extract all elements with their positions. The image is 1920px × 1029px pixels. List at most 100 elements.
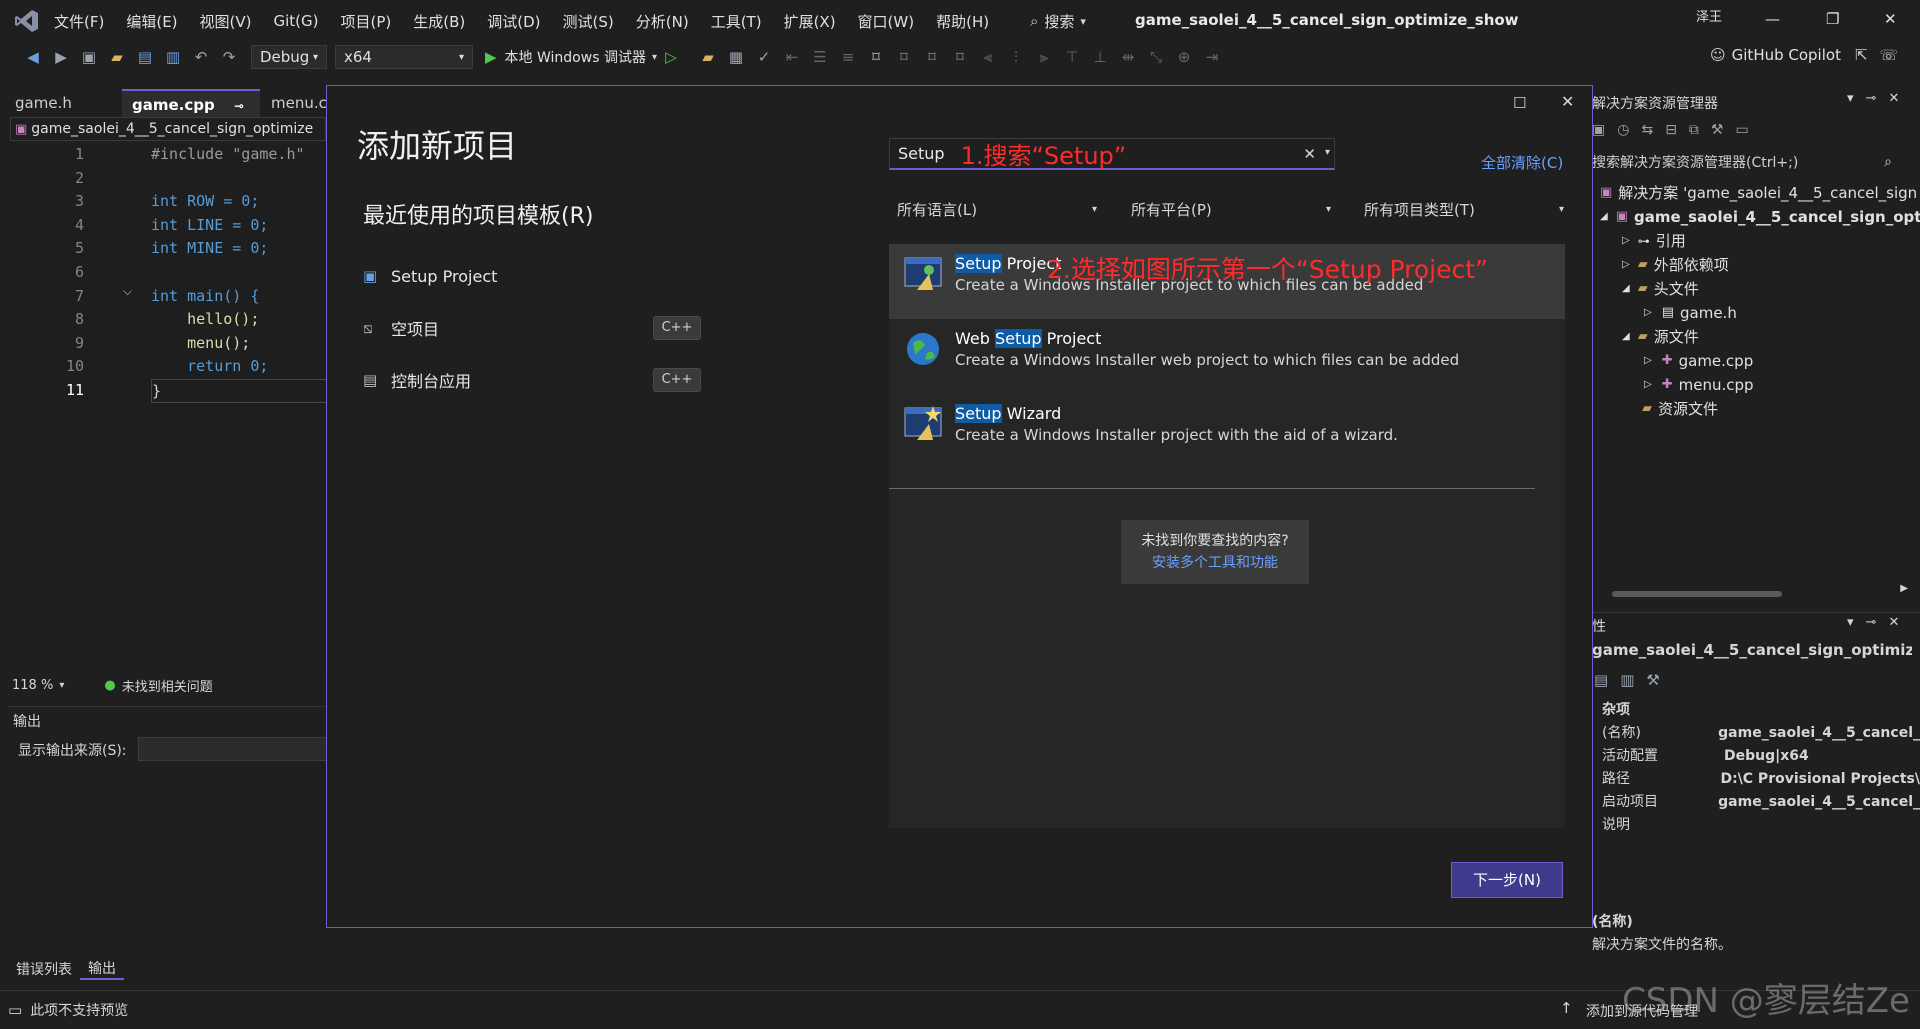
start-without-debug-icon[interactable]: ▷ <box>662 48 680 66</box>
issues-text[interactable]: 未找到相关问题 <box>122 676 213 695</box>
close-icon[interactable]: ✕ <box>1888 615 1899 630</box>
tree-item-project[interactable]: ◢ ▣ game_saolei_4__5_cancel_sign_optir <box>1592 205 1920 229</box>
alphabetical-icon[interactable]: ▥ <box>1620 671 1634 689</box>
chevron-down-icon[interactable]: ▾ <box>1847 91 1854 106</box>
property-row[interactable]: (名称) game_saolei_4__5_cancel_ <box>1602 722 1920 745</box>
tree-item-resource-files[interactable]: ▰ 资源文件 <box>1592 397 1920 421</box>
close-window-button[interactable]: ✕ <box>1884 10 1897 28</box>
folder-icon[interactable]: ▰ <box>699 48 717 66</box>
align-left-icon[interactable]: ⫷ <box>979 48 997 66</box>
property-row[interactable]: 说明 <box>1602 814 1920 837</box>
categorized-icon[interactable]: ▤ <box>1594 671 1608 689</box>
menu-edit[interactable]: 编辑(E) <box>126 11 177 32</box>
bookmark-icon[interactable]: ⌑ <box>867 48 885 66</box>
tab-game-cpp[interactable]: game.cpp ⊸ ✕ <box>122 89 260 132</box>
show-all-icon[interactable]: ⧉ <box>1689 122 1699 138</box>
tab-order-icon[interactable]: ⇥ <box>1203 48 1221 66</box>
close-dialog-button[interactable]: ✕ <box>1561 92 1574 111</box>
upload-icon[interactable]: ↑ <box>1560 999 1573 1017</box>
redo-icon[interactable]: ↷ <box>220 48 238 66</box>
expand-icon[interactable]: ▷ <box>1644 373 1652 397</box>
minimize-button[interactable]: — <box>1765 10 1780 28</box>
filter-language[interactable]: 所有语言(L) ▾ <box>897 194 1097 224</box>
menu-file[interactable]: 文件(F) <box>54 11 104 32</box>
align-right-icon[interactable]: ⫸ <box>1035 48 1053 66</box>
back-icon[interactable]: ◀ <box>24 48 42 66</box>
code-editor[interactable]: 1 2 3 4 5 6 7 8 9 10 11 ⌵ #include "game… <box>10 143 331 673</box>
chevron-down-icon[interactable]: ▾ <box>1325 147 1330 158</box>
template-search-box[interactable]: Setup 1.搜索“Setup” ✕ ▾ <box>889 138 1335 170</box>
feedback-icon[interactable]: ☏ <box>1880 46 1899 64</box>
clear-all-link[interactable]: 全部清除(C) <box>1481 152 1563 173</box>
expand-icon[interactable]: ◢ <box>1600 205 1608 229</box>
menu-build[interactable]: 生成(B) <box>413 11 465 32</box>
share-icon[interactable]: ⇱ <box>1855 46 1868 64</box>
tab-error-list[interactable]: 错误列表 <box>8 959 80 979</box>
menu-git[interactable]: Git(G) <box>274 12 319 30</box>
config-dropdown[interactable]: Debug ▾ <box>251 45 327 69</box>
bookmark-clear-icon[interactable]: ⌑ <box>951 48 969 66</box>
spellcheck-icon[interactable]: ✓ <box>755 48 773 66</box>
clear-search-icon[interactable]: ✕ <box>1303 145 1316 163</box>
recent-item-console-app[interactable]: ▤ 控制台应用 C++ <box>363 354 703 406</box>
recent-item-setup-project[interactable]: ▣ Setup Project <box>363 250 703 302</box>
expand-icon[interactable]: ▷ <box>1644 349 1652 373</box>
tree-item-header-files[interactable]: ◢ ▰ 头文件 <box>1592 277 1920 301</box>
tree-item-references[interactable]: ▷ ⊶ 引用 <box>1592 229 1920 253</box>
save-all-icon[interactable]: ▥ <box>164 48 182 66</box>
menu-test[interactable]: 测试(S) <box>563 11 614 32</box>
bookmark-next-icon[interactable]: ⌑ <box>923 48 941 66</box>
scrollbar-thumb[interactable] <box>1612 591 1782 597</box>
menu-analyze[interactable]: 分析(N) <box>636 11 689 32</box>
menu-view[interactable]: 视图(V) <box>200 11 252 32</box>
filter-project-type[interactable]: 所有项目类型(T) ▾ <box>1364 194 1564 224</box>
tree-item-source-files[interactable]: ◢ ▰ 源文件 <box>1592 325 1920 349</box>
format-icon[interactable]: ☰ <box>811 48 829 66</box>
wrench-icon[interactable]: ⚒ <box>1711 122 1724 138</box>
pin-icon[interactable]: ⊸ <box>234 99 244 113</box>
property-row[interactable]: 活动配置 Debug|x64 <box>1602 745 1920 768</box>
spacing-icon[interactable]: ⇹ <box>1119 48 1137 66</box>
open-folder-icon[interactable]: ▰ <box>108 48 126 66</box>
menu-window[interactable]: 窗口(W) <box>858 11 915 32</box>
collapse-all-icon[interactable]: ⊟ <box>1665 122 1677 138</box>
nav-bar[interactable]: ▣ game_saolei_4__5_cancel_sign_optimize <box>10 117 326 141</box>
properties-object[interactable]: game_saolei_4__5_cancel_sign_optimize_ <box>1592 641 1912 663</box>
zoom-icon[interactable]: ⊕ <box>1175 48 1193 66</box>
wrench-icon[interactable]: ⚒ <box>1646 671 1659 689</box>
expand-icon[interactable]: ◢ <box>1622 277 1630 301</box>
menu-help[interactable]: 帮助(H) <box>936 11 989 32</box>
expand-icon[interactable]: ▷ <box>1644 301 1652 325</box>
menu-extensions[interactable]: 扩展(X) <box>784 11 836 32</box>
restore-button[interactable]: ❐ <box>1826 10 1839 28</box>
user-badge[interactable]: 泽王 <box>1696 6 1722 25</box>
new-project-icon[interactable]: ▣ <box>80 48 98 66</box>
align-center-icon[interactable]: ⫶ <box>1007 48 1025 66</box>
tree-item-solution[interactable]: ▣ 解决方案 'game_saolei_4__5_cancel_sign <box>1592 181 1920 205</box>
tab-game-h[interactable]: game.h <box>5 89 82 117</box>
tab-output[interactable]: 输出 <box>80 958 124 980</box>
start-debugger-button[interactable]: ▶ 本地 Windows 调试器 ▾ <box>485 47 657 67</box>
tree-item-external-deps[interactable]: ▷ ▰ 外部依赖项 <box>1592 253 1920 277</box>
zoom-level[interactable]: 118 % <box>12 678 53 693</box>
layout-icon[interactable]: ▦ <box>727 48 745 66</box>
tree-item-game-h[interactable]: ▷ ▤ game.h <box>1592 301 1920 325</box>
pin-icon[interactable]: ⊸ <box>1866 91 1877 106</box>
explorer-search[interactable]: 搜索解决方案资源管理器(Ctrl+;) ⌕ <box>1592 151 1912 173</box>
chevron-down-icon[interactable]: ▾ <box>1847 615 1854 630</box>
result-setup-wizard[interactable]: Setup Wizard Create a Windows Installer … <box>889 394 1565 469</box>
tree-item-game-cpp[interactable]: ▷ ✚ game.cpp <box>1592 349 1920 373</box>
maximize-button[interactable]: ☐ <box>1513 94 1526 112</box>
expand-icon[interactable]: ▷ <box>1622 253 1630 277</box>
history-icon[interactable]: ◷ <box>1617 122 1629 138</box>
size-icon[interactable]: ⤡ <box>1147 48 1165 66</box>
recent-item-empty-project[interactable]: ⧅ 空项目 C++ <box>363 302 703 354</box>
forward-icon[interactable]: ▶ <box>52 48 70 66</box>
align-bottom-icon[interactable]: ⊥ <box>1091 48 1109 66</box>
sync-icon[interactable]: ⇆ <box>1641 122 1653 138</box>
preview-icon[interactable]: ▭ <box>1735 122 1748 138</box>
menu-project[interactable]: 项目(P) <box>341 11 392 32</box>
tree-item-menu-cpp[interactable]: ▷ ✚ menu.cpp <box>1592 373 1920 397</box>
horizontal-scrollbar[interactable]: ▶ <box>1592 583 1912 599</box>
undo-icon[interactable]: ↶ <box>192 48 210 66</box>
